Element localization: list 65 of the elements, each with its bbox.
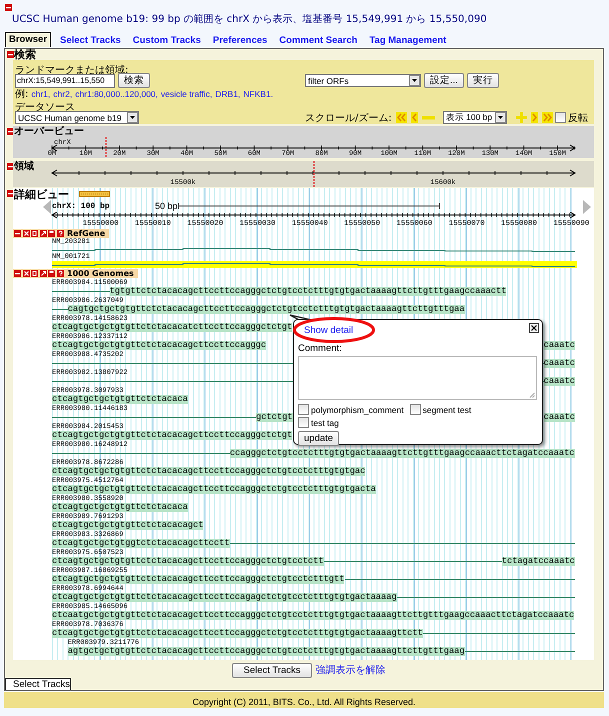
read-sequence: ctcagtgctgctgtgttctctacacagcttccttccagagctctgtcctctttgtgtgactaaaag (52, 593, 397, 602)
example-link[interactable]: chr1, (31, 88, 50, 98)
read-sequence: ctcagtgctgctgtgttctctacacagcttccttccagggc (52, 341, 266, 350)
data-source-dropdown[interactable]: UCSC Human genome b19 (15, 111, 139, 124)
tab[interactable]: Tag Management (366, 33, 450, 47)
search-button[interactable]: 検索 (118, 73, 150, 88)
tab[interactable]: Select Tracks (5, 678, 71, 690)
update-button[interactable]: update (298, 431, 340, 446)
read-sequence: ctcagtgctgctgtgttctctacacatcttccttccagggctctgt (52, 323, 292, 332)
tab[interactable]: Select Tracks (57, 33, 124, 47)
track-title: RefGene (67, 228, 106, 238)
section-heading: オーバービュー (13, 126, 84, 137)
read-sequence: ctcagtgctgctgtgttctctacacagcttccttccagggctctgtcctctttgtt (52, 575, 344, 584)
page-title: UCSC Human genome b19: 99 bp の範囲を chrX から表示、塩基番号 15,549,991 から 15,550,090 (12, 13, 488, 27)
read-sequence: caaatc (544, 413, 575, 422)
field-label: データソース (15, 102, 75, 113)
read-sequence: caaatc (544, 377, 575, 386)
read-sequence: ctcagtgctgctgtgttctctacacagcttccttccagggctctgtcctctttgtgtgacta (52, 485, 376, 494)
zoom-dropdown[interactable]: 表示 100 bp (442, 111, 507, 124)
settings-button[interactable]: 設定... (424, 73, 464, 88)
read-sequence: ctcagtgctgctgtgttctctacacagct (52, 521, 204, 530)
scroll-zoom-label: スクロール/ズーム: (305, 112, 392, 124)
clear-highlight-link[interactable]: 強調表示を解除 (316, 663, 386, 677)
section-heading: 領域 (13, 161, 34, 172)
track-title: 1000 Genomes (67, 268, 134, 278)
read-sequence: agtgctgctgtgttctctacacagcttccttccagggctctgtcctctttgtgtgactaaaagttcttgtttgaag (68, 647, 465, 656)
checkbox-label: segment test (422, 404, 472, 414)
section-heading: 検索 (13, 49, 37, 60)
run-button[interactable]: 実行 (466, 73, 499, 88)
tab[interactable]: Custom Tracks (130, 33, 204, 47)
read-sequence: ctcagtgctgctgtgttctctacacagcttccttccagggctctgtcctctttgtgtgac (52, 467, 366, 476)
section-heading: 詳細ビュー (14, 188, 69, 200)
scale-label: 50 bp (155, 201, 178, 211)
read-sequence: ctcagtgctgctgtgttctctacaca (52, 503, 188, 512)
copyright-text: Copyright (C) 2011, BITS. Co., Ltd. All Rights Reserved. (192, 697, 416, 707)
read-sequence: caaatc (544, 359, 575, 368)
checkbox-label: 反転 (568, 112, 588, 124)
position-field[interactable]: chrX:15,549,991..15,550 (15, 74, 115, 88)
read-sequence: cagtgctgctgtgttctctacacagcttccttccagggctctgtcctctttgtgtgactaaaagttcttgtttgaa (68, 305, 465, 314)
example-link[interactable]: NFKB1. (243, 88, 274, 98)
read-sequence: ctcagtgctgctgtgttctctacaca (52, 395, 188, 404)
read-sequence: ctcagtgctgctgtggtctctacacagcttcctt (52, 539, 230, 548)
read-sequence: caaatc (544, 341, 575, 350)
example-link[interactable]: vesicle traffic, (160, 88, 212, 98)
tab[interactable]: Browser (5, 32, 52, 47)
read-sequence: ctcagtgctgctgtgttctctacacagcttccttccagggctctgt (52, 431, 292, 440)
tab[interactable]: Comment Search (276, 33, 360, 47)
read-sequence: ctcagtgctgctgtgttctctacacagcttccttccagggctctgtcctctt (52, 557, 324, 566)
tab[interactable]: Preferences (210, 33, 270, 47)
example-link[interactable]: DRB1, (215, 88, 240, 98)
checkbox-label: test tag (311, 418, 339, 428)
example-label: 例: (15, 88, 28, 100)
checkbox-label: polymorphism_comment (311, 404, 404, 414)
read-sequence: gctctgt (256, 413, 293, 422)
read-sequence: tctagatccaaatc (502, 557, 575, 566)
position-label: chrX: 100 bp (52, 202, 111, 210)
select-tracks-button[interactable]: Select Tracks (232, 662, 312, 678)
filter-dropdown[interactable]: filter ORFs (305, 74, 421, 87)
example-link[interactable]: chr1:80,000..120,000, (75, 88, 158, 98)
example-link[interactable]: chr2, (53, 88, 72, 98)
read-sequence: ctcagtgctgctgtgttctctacacagcttccttccagggctctgtcctctttgtgtgactaaaagttctt (52, 629, 423, 638)
read-sequence: tgtgttctctacacagcttccttccagggctctgtcctctttgtgtgactaaaagttcttgtttgaagccaaactt (110, 287, 506, 296)
read-sequence: ccagggctctgtcctctttgtgtgactaaaagttcttgtttgaagccaaacttctagatccaaatc (230, 449, 575, 458)
comment-label: Comment: (298, 343, 342, 355)
read-sequence: ctcaatgctgctgtgttctctacacagcttccttccagggctctgtcctctttgtgtgactaaaagttcttgtttgaagccaaacttctagatccaaatc (52, 611, 574, 620)
